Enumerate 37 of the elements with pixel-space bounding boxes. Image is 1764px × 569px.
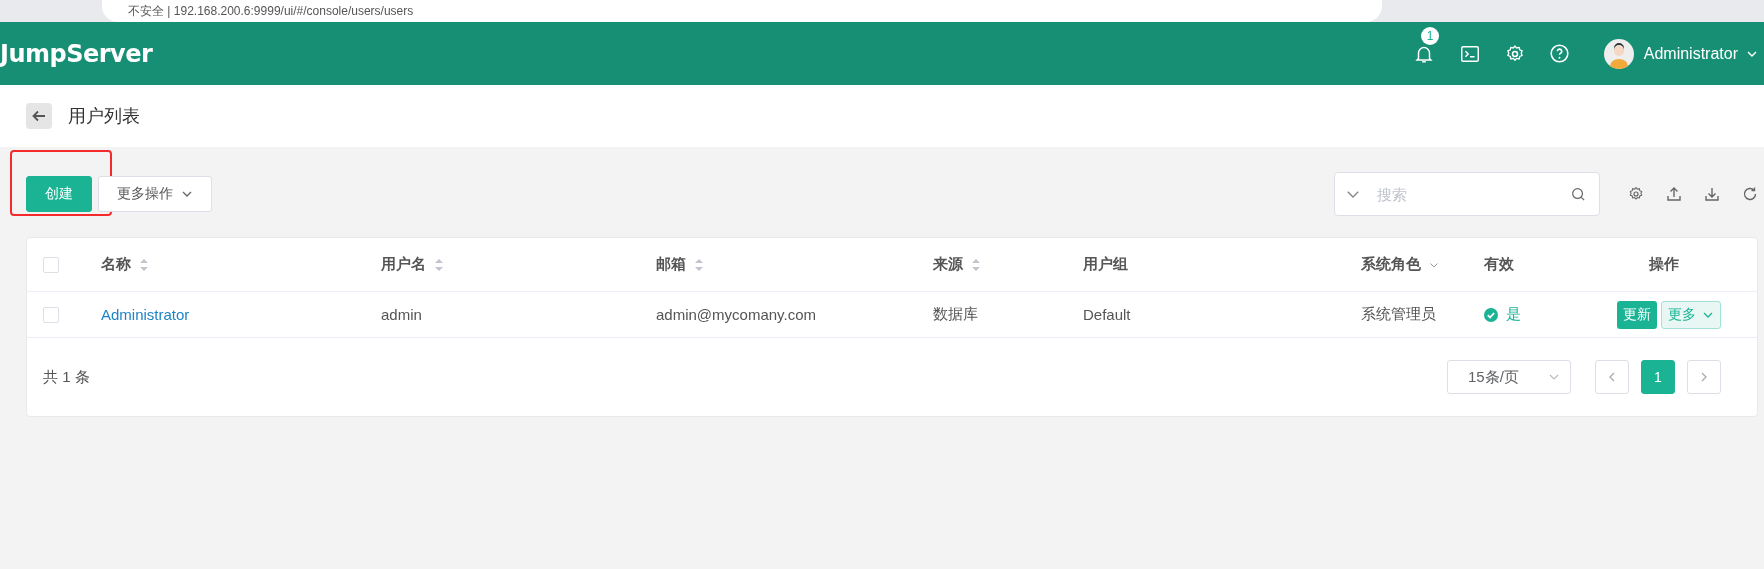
table-cell: admin@mycomany.com bbox=[656, 306, 816, 323]
dropdown-button[interactable]: 更多操作 bbox=[98, 176, 212, 212]
column-header: 操作 bbox=[1649, 255, 1679, 274]
table-cell: admin bbox=[381, 306, 422, 323]
column-header: 系统角色 bbox=[1361, 255, 1421, 274]
address-bar[interactable]: 不安全 | 192.168.200.6:9999/ui/#/console/users/users bbox=[102, 0, 1382, 22]
column-header: 用户组 bbox=[1083, 255, 1128, 274]
column-header[interactable]: 名称 bbox=[101, 255, 131, 274]
search-icon[interactable] bbox=[1571, 187, 1586, 202]
search-field[interactable]: 搜索 bbox=[1334, 172, 1600, 216]
settings-icon[interactable] bbox=[1504, 43, 1525, 64]
column-header[interactable]: 来源 bbox=[933, 255, 963, 274]
user-name[interactable]: Administrator bbox=[1643, 44, 1738, 63]
back-arrow-icon bbox=[31, 108, 47, 124]
checkbox[interactable] bbox=[43, 256, 59, 273]
refresh-icon[interactable] bbox=[1742, 186, 1758, 202]
address-text: 不安全 | 192.168.200.6:9999/ui/#/console/users/users bbox=[128, 2, 414, 20]
column-header: 有效 bbox=[1484, 255, 1514, 274]
table-cell: 数据库 bbox=[933, 305, 978, 324]
column-header[interactable]: 邮箱 bbox=[656, 255, 686, 274]
avatar-icon[interactable] bbox=[1603, 38, 1634, 69]
back-button[interactable] bbox=[26, 103, 52, 129]
help-icon[interactable] bbox=[1548, 43, 1570, 64]
table-cell: Default bbox=[1083, 306, 1131, 323]
notification-badge: 1 bbox=[1420, 26, 1440, 45]
checkbox[interactable] bbox=[43, 306, 59, 323]
page-title: 用户列表 bbox=[68, 105, 140, 128]
column-header[interactable]: 用户名 bbox=[381, 255, 426, 274]
check-circle-icon bbox=[1484, 307, 1498, 322]
user-link[interactable]: Administrator bbox=[101, 306, 190, 323]
upload-icon[interactable] bbox=[1666, 186, 1682, 202]
download-icon[interactable] bbox=[1704, 186, 1720, 202]
settings-icon[interactable] bbox=[1628, 186, 1644, 202]
total-count: 共 1 条 bbox=[43, 367, 90, 387]
table-cell: 系统管理员 bbox=[1361, 305, 1436, 324]
status-label: 是 bbox=[1506, 305, 1521, 324]
page-size-select[interactable]: 15条/页 bbox=[1447, 360, 1571, 394]
